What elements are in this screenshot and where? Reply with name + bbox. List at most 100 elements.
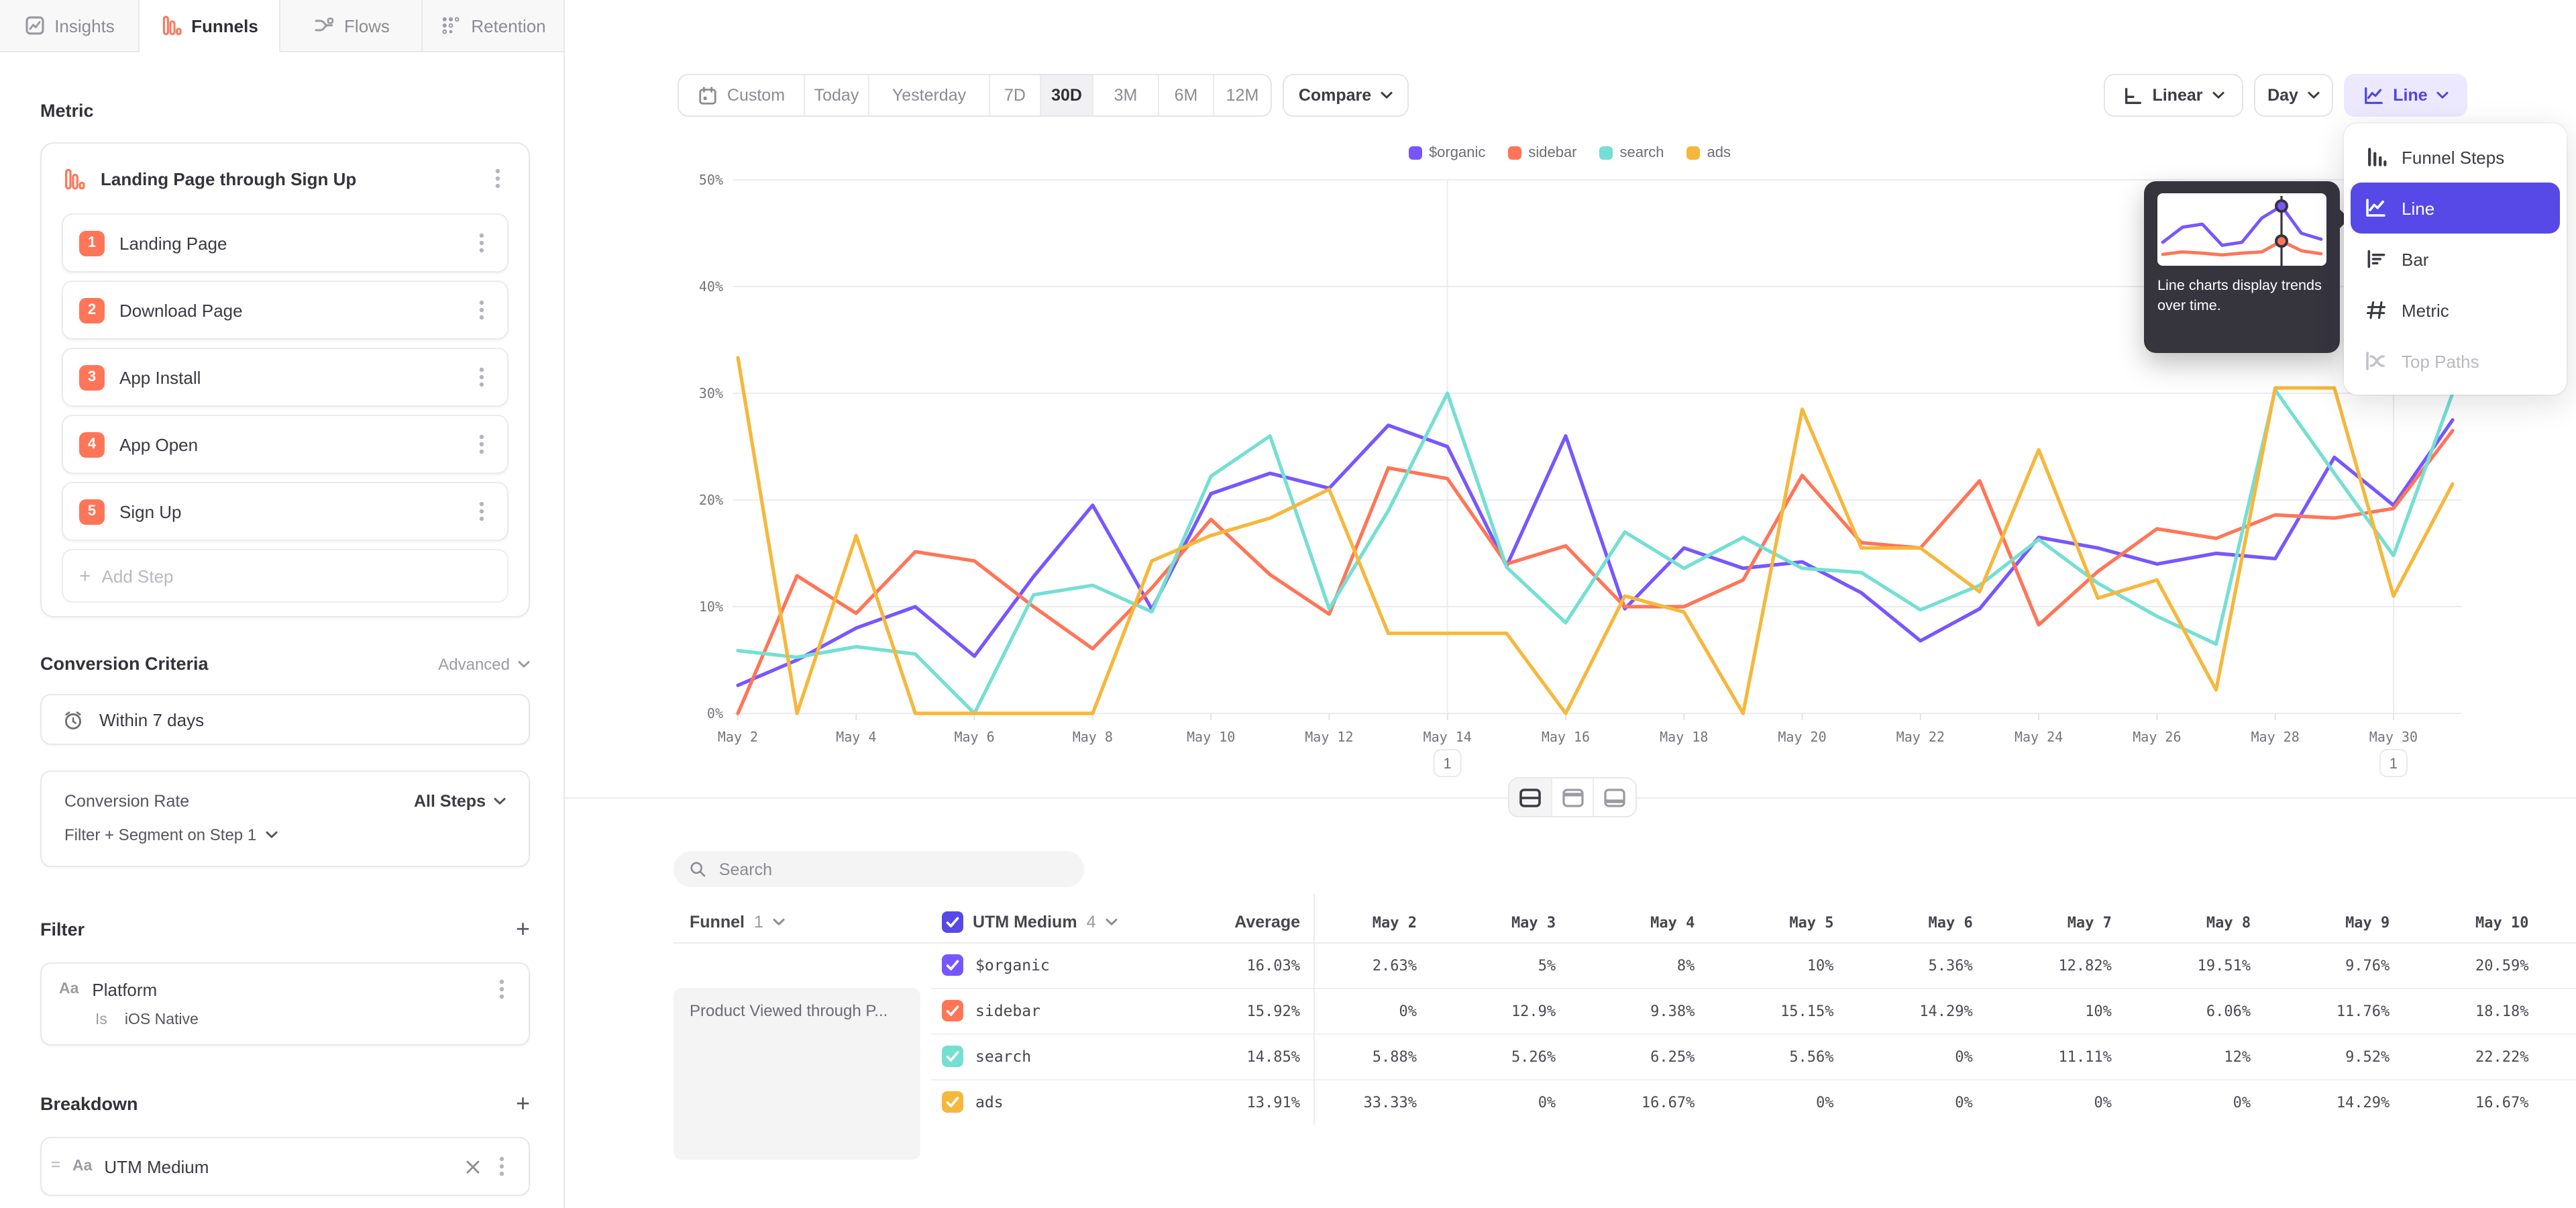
tab-insights[interactable]: Insights	[0, 0, 140, 52]
filter-operator[interactable]: Is	[95, 1012, 107, 1028]
day-value: 0%	[2112, 1093, 2251, 1111]
funnel-kebab-icon[interactable]	[488, 168, 507, 189]
compare-button[interactable]: Compare	[1283, 74, 1409, 117]
step-kebab-icon[interactable]	[472, 366, 491, 388]
series-checkbox[interactable]	[942, 1046, 963, 1067]
series-name-cell[interactable]: ads	[931, 1091, 1146, 1113]
legend-item-organic[interactable]: $organic	[1409, 145, 1485, 161]
step-kebab-icon[interactable]	[472, 299, 491, 321]
breakdown-col-count: 4	[1087, 913, 1096, 932]
series-checkbox[interactable]	[942, 954, 963, 976]
day-column-header: May 9	[2251, 913, 2390, 931]
funnel-column-header[interactable]: Funnel1	[674, 913, 931, 932]
funnel-step-4[interactable]: 4App Open	[62, 415, 508, 474]
range-12m[interactable]: 12M	[1214, 75, 1271, 115]
day-value: 10%	[1973, 1002, 2112, 1019]
layout-chart-only-button[interactable]	[1552, 778, 1594, 816]
search-input[interactable]	[716, 858, 1068, 880]
range-7d[interactable]: 7D	[990, 75, 1041, 115]
advanced-dropdown[interactable]: Advanced	[438, 654, 530, 673]
tab-retention[interactable]: Retention	[423, 0, 564, 52]
average-value: 14.85%	[1146, 1048, 1300, 1065]
funnel-name-cell[interactable]: Product Viewed through P...	[674, 988, 920, 1160]
breakdown-card[interactable]: Aa UTM Medium	[40, 1137, 530, 1196]
day-value: 2.63%	[1300, 956, 1417, 974]
funnel-steps-icon	[2363, 146, 2388, 168]
legend-label: search	[1620, 145, 1664, 161]
tab-funnels[interactable]: Funnels	[140, 0, 280, 52]
segment-on-step-dropdown[interactable]: Filter + Segment on Step 1	[64, 820, 506, 850]
kebab-icon	[479, 366, 484, 388]
linear-scale-icon	[2123, 85, 2143, 105]
tooltip-text: Line charts display trends over time.	[2157, 276, 2326, 317]
menu-item-metric[interactable]: Metric	[2351, 285, 2560, 336]
table-row-organic[interactable]: $organic16.03%2.63%5%8%10%5.36%12.82%19.…	[674, 942, 2576, 988]
series-checkbox[interactable]	[942, 1000, 963, 1021]
range-6m[interactable]: 6M	[1159, 75, 1214, 115]
breakdown-kebab-icon[interactable]	[492, 1156, 511, 1177]
svg-text:May 16: May 16	[1542, 729, 1590, 745]
filter-kebab-icon[interactable]	[492, 978, 511, 1000]
menu-item-funnel-steps[interactable]: Funnel Steps	[2351, 132, 2560, 183]
all-steps-dropdown[interactable]: All Steps	[414, 792, 506, 811]
add-breakdown-button[interactable]: +	[516, 1090, 530, 1118]
remove-breakdown-icon[interactable]	[466, 1159, 480, 1174]
series-name-cell[interactable]: search	[931, 1046, 1146, 1067]
series-organic[interactable]	[738, 420, 2453, 685]
day-value: 6.25%	[1556, 1048, 1695, 1065]
chart-type-dropdown[interactable]: Line	[2344, 74, 2467, 117]
add-filter-button[interactable]: +	[516, 915, 530, 944]
menu-item-line[interactable]: Line	[2351, 183, 2560, 234]
scale-dropdown[interactable]: Linear	[2104, 74, 2243, 117]
range-3m[interactable]: 3M	[1093, 75, 1159, 115]
table-row-search[interactable]: search14.85%5.88%5.26%6.25%5.56%0%11.11%…	[674, 1034, 2576, 1079]
layout-split-view-button[interactable]	[1509, 778, 1552, 816]
legend-item-search[interactable]: search	[1600, 145, 1664, 161]
table-search[interactable]	[674, 851, 1084, 887]
table-row-sidebar[interactable]: sidebar15.92%0%12.9%9.38%15.15%14.29%10%…	[674, 988, 2576, 1034]
range-today[interactable]: Today	[805, 75, 869, 115]
layout-table-only-button[interactable]	[1595, 778, 1635, 816]
chevron-down-icon	[2212, 91, 2224, 99]
range-custom[interactable]: Custom	[679, 75, 805, 115]
funnel-step-1[interactable]: 1Landing Page	[62, 213, 508, 272]
breakdown-column-header[interactable]: UTM Medium4	[931, 911, 1146, 933]
filter-card[interactable]: Aa Platform Is iOS Native	[40, 962, 530, 1046]
calendar-icon	[698, 85, 718, 105]
funnel-step-5[interactable]: 5Sign Up	[62, 482, 508, 541]
step-kebab-icon[interactable]	[472, 434, 491, 455]
table-row-ads[interactable]: ads13.91%33.33%0%16.67%0%0%0%0%14.29%16.…	[674, 1079, 2576, 1125]
funnel-metric-icon	[63, 167, 86, 190]
series-checkbox[interactable]	[942, 1091, 963, 1113]
svg-text:May 20: May 20	[1778, 729, 1826, 745]
menu-item-bar[interactable]: Bar	[2351, 234, 2560, 285]
series-name-cell[interactable]: sidebar	[931, 1000, 1146, 1021]
kebab-icon	[479, 434, 484, 455]
funnel-step-3[interactable]: 3App Install	[62, 348, 508, 407]
funnel-step-2[interactable]: 2Download Page	[62, 281, 508, 340]
range-30d[interactable]: 30D	[1041, 75, 1093, 115]
step-kebab-icon[interactable]	[472, 232, 491, 254]
filter-value[interactable]: iOS Native	[125, 1012, 199, 1028]
conversion-window-card[interactable]: Within 7 days	[40, 694, 530, 745]
conversion-rate-label: Conversion Rate	[64, 792, 189, 811]
legend-item-ads[interactable]: ads	[1687, 145, 1731, 161]
select-all-checkbox[interactable]	[942, 911, 963, 933]
drag-handle-icon[interactable]	[51, 1160, 60, 1173]
add-step-button[interactable]: + Add Step	[62, 549, 508, 603]
series-search[interactable]	[738, 390, 2453, 713]
granularity-dropdown[interactable]: Day	[2254, 74, 2333, 117]
tab-flows[interactable]: Flows	[280, 0, 423, 52]
retention-icon	[440, 15, 462, 36]
legend-item-sidebar[interactable]: sidebar	[1508, 145, 1576, 161]
series-name-cell[interactable]: $organic	[931, 954, 1146, 976]
text-type-icon: Aa	[59, 981, 78, 997]
svg-text:May 30: May 30	[2369, 729, 2418, 745]
day-value: 16.67%	[1556, 1093, 1695, 1111]
metric-icon	[2363, 299, 2388, 321]
conversion-rate-panel: Conversion Rate All Steps Filter + Segme…	[40, 770, 530, 867]
day-value: 9.52%	[2251, 1048, 2390, 1065]
line-chart-icon	[2363, 197, 2388, 219]
step-kebab-icon[interactable]	[472, 501, 491, 522]
range-yesterday[interactable]: Yesterday	[869, 75, 990, 115]
